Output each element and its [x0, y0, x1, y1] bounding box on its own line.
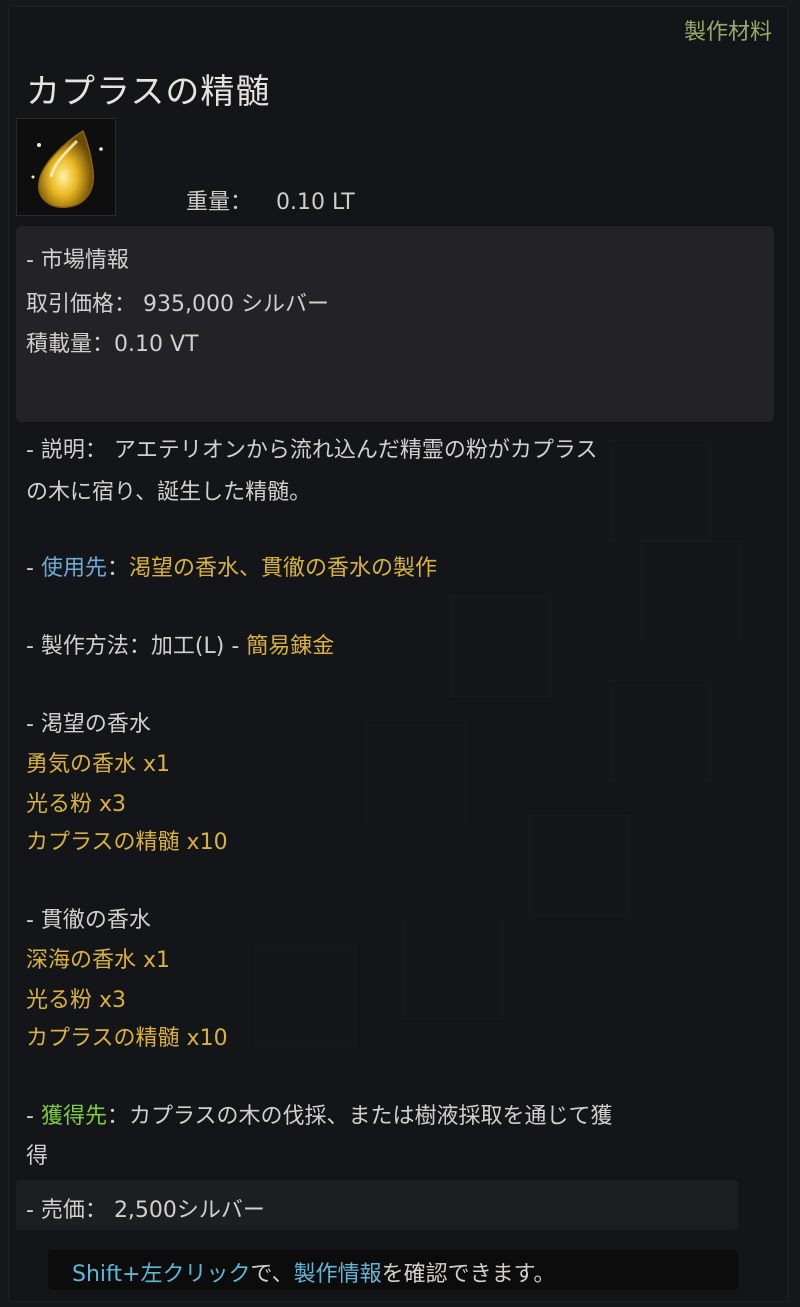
market-info-panel: [16, 226, 774, 422]
usage-separator: ：: [106, 556, 129, 581]
item-category: 製作材料: [683, 20, 772, 45]
craft-method-text: - 製作方法：加工(L) -: [26, 634, 247, 659]
recipe-1-item: 光る粉 x3: [26, 792, 127, 817]
recipe-2-item: カプラスの精髄 x10: [26, 1026, 228, 1051]
hint-text-2: を確認できます。: [381, 1262, 556, 1287]
obtain-text: ：カプラスの木の伐採、または樹液採取を通じて獲: [106, 1104, 613, 1129]
sell-label: - 売価：: [26, 1198, 107, 1223]
hint-text: Shift+左クリックで、製作情報を確認できます。: [72, 1256, 555, 1288]
weight-value: 0.10 LT: [276, 190, 355, 215]
hint-text-1: で、: [250, 1262, 294, 1287]
recipe-1-title: - 渇望の香水: [26, 712, 151, 737]
hint-key-shift-click: Shift+左クリック: [72, 1262, 251, 1287]
golden-tear-gem-icon: [16, 118, 116, 216]
trade-price: 取引価格： 935,000 シルバー: [26, 292, 329, 317]
obtain-line-1: - 獲得先：カプラスの木の伐採、または樹液採取を通じて獲: [26, 1098, 613, 1130]
usage-prefix: -: [26, 556, 41, 581]
usage-label: 使用先: [40, 556, 107, 581]
hint-key-craft-info: 製作情報: [293, 1262, 382, 1287]
usage-value: 渇望の香水、貫徹の香水の製作: [128, 556, 437, 581]
sell-value: 2,500シルバー: [113, 1198, 265, 1223]
recipe-2-item: 光る粉 x3: [26, 988, 127, 1013]
weight-label: 重量：: [186, 190, 253, 215]
item-weight: 重量： 0.10 LT: [186, 184, 355, 216]
load-capacity: 積載量：0.10 VT: [26, 332, 199, 357]
obtain-prefix: -: [26, 1104, 41, 1129]
craft-method-line: - 製作方法：加工(L) - 簡易錬金: [26, 628, 334, 660]
recipe-2-title: - 貫徹の香水: [26, 908, 151, 933]
obtain-line-2: 得: [26, 1144, 49, 1169]
obtain-label: 獲得先: [40, 1104, 107, 1129]
recipe-1-item: カプラスの精髄 x10: [26, 830, 228, 855]
sell-price: - 売価： 2,500シルバー: [26, 1192, 265, 1224]
usage-line: - 使用先：渇望の香水、貫徹の香水の製作: [26, 550, 437, 582]
recipe-1-item: 勇気の香水 x1: [26, 752, 171, 777]
market-info-header: - 市場情報: [26, 248, 129, 273]
description-line-1: - 説明： アエテリオンから流れ込んだ精霊の粉がカプラス: [26, 438, 598, 463]
description-line-2: の木に宿り、誕生した精髄。: [26, 480, 312, 505]
item-name: カプラスの精髄: [26, 72, 271, 112]
craft-method-value: 簡易錬金: [246, 634, 335, 659]
recipe-2-item: 深海の香水 x1: [26, 948, 171, 973]
